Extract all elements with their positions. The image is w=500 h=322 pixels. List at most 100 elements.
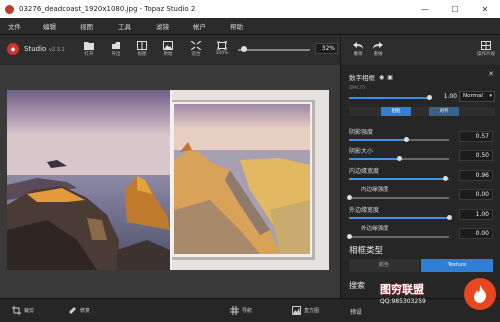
preset-label[interactable]: 预设: [350, 307, 362, 316]
param-slider-knob[interactable]: [396, 155, 402, 161]
param-slider-knob[interactable]: [446, 214, 452, 220]
repair-button[interactable]: 修复: [68, 306, 90, 315]
save-icon[interactable]: ▣: [387, 74, 393, 81]
search-label: 搜索: [349, 281, 365, 290]
minimize-button[interactable]: —: [410, 0, 440, 18]
redo-button[interactable]: 重做: [367, 41, 389, 63]
menu-bar: 文件 编辑 视图 工具 滤镜 帐户 帮助: [0, 18, 500, 35]
undo-icon: [353, 42, 363, 49]
window-controls: — ☐ ✕: [410, 0, 500, 18]
split-view-icon: [137, 41, 147, 50]
frame-texture-tab[interactable]: Texture: [421, 259, 493, 272]
photo-preview[interactable]: [7, 90, 329, 270]
param-label: 外边缘强度: [361, 226, 389, 232]
original-photo: [7, 90, 170, 270]
bandage-icon: [69, 307, 76, 314]
param-value[interactable]: 0.50: [459, 150, 493, 161]
param-label: 外边缘宽度: [349, 207, 380, 214]
export-button[interactable]: 导出: [105, 41, 127, 63]
menu-filters[interactable]: 滤镜: [156, 21, 169, 31]
adjustment-panel: 数字相框 ◉ ▣ ✕ OPACITY 1.00 Normal ▾ 相框 对齐 阴…: [340, 65, 500, 298]
menu-tools[interactable]: 工具: [118, 21, 131, 31]
param-value[interactable]: 0.00: [459, 228, 493, 239]
watermark-logo-icon: [464, 278, 496, 310]
param-slider[interactable]: [349, 155, 449, 161]
param-slider-knob[interactable]: [346, 233, 352, 239]
blend-mode-select[interactable]: Normal ▾: [459, 91, 495, 102]
menu-help[interactable]: 帮助: [230, 21, 243, 31]
title-bar: 03276_deadcoast_1920x1080.jpg - Topaz St…: [0, 0, 500, 18]
watermark-qq: QQ:985303259: [380, 298, 426, 305]
main-toolbar: ◆ Studio v2.3.2 打开 导出 视图 原始 适合 100% 32%: [0, 35, 340, 65]
histogram-button[interactable]: 直方图: [292, 306, 319, 315]
manage-looks-button[interactable]: 操作外观: [474, 41, 498, 63]
view-button[interactable]: 视图: [131, 41, 153, 63]
close-filter-icon[interactable]: ✕: [488, 70, 494, 78]
fit-button[interactable]: 适合: [185, 41, 207, 63]
histogram-icon: [292, 306, 301, 315]
app-version: v2.3.2: [49, 47, 65, 53]
filter-tabs: 相框 对齐: [349, 107, 495, 116]
maximize-button[interactable]: ☐: [440, 0, 470, 18]
app-name: Studio: [24, 45, 47, 53]
actual-size-icon: [217, 41, 227, 50]
param-label: 阴影大小: [349, 148, 374, 155]
grid-icon: [481, 41, 491, 50]
zoom-value[interactable]: 32%: [315, 43, 338, 54]
zoom-slider[interactable]: [238, 46, 310, 52]
crop-icon: [12, 306, 21, 315]
zoom-100-button[interactable]: 100%: [211, 41, 233, 63]
param-slider-knob[interactable]: [403, 136, 409, 142]
folder-icon: [84, 42, 94, 50]
opacity-slider-knob[interactable]: [426, 94, 432, 100]
param-value[interactable]: 0.00: [459, 189, 493, 200]
visibility-icon[interactable]: ◉: [379, 74, 384, 81]
open-button[interactable]: 打开: [78, 41, 100, 63]
param-slider[interactable]: [346, 194, 449, 200]
param-slider-knob[interactable]: [346, 194, 352, 200]
menu-file[interactable]: 文件: [8, 21, 21, 31]
opacity-label: OPACITY: [349, 85, 366, 90]
frame-color-tab[interactable]: 颜色: [349, 259, 419, 272]
param-label: 内边缘宽度: [349, 168, 380, 175]
fit-icon: [191, 41, 201, 50]
panel-toolbar: 撤销 重做 操作外观: [340, 35, 500, 65]
menu-view[interactable]: 视图: [80, 21, 93, 31]
image-icon: [163, 41, 173, 50]
menu-account[interactable]: 帐户: [193, 21, 206, 31]
original-button[interactable]: 原始: [157, 41, 179, 63]
navigator-button[interactable]: 导航: [230, 306, 252, 315]
crop-button[interactable]: 裁剪: [12, 306, 34, 315]
param-slider[interactable]: [349, 136, 449, 142]
window-title: 03276_deadcoast_1920x1080.jpg - Topaz St…: [19, 5, 196, 13]
chevron-down-icon: ▾: [489, 93, 492, 99]
param-slider[interactable]: [349, 175, 449, 181]
tab-align[interactable]: 对齐: [429, 107, 459, 116]
param-slider-knob[interactable]: [442, 175, 448, 181]
hash-grid-icon: [230, 306, 239, 315]
close-button[interactable]: ✕: [470, 0, 500, 18]
zoom-slider-knob[interactable]: [241, 46, 247, 52]
param-value[interactable]: 0.57: [459, 131, 493, 142]
compare-split-handle[interactable]: [170, 90, 172, 270]
param-value[interactable]: 1.00: [459, 209, 493, 220]
param-value[interactable]: 0.96: [459, 170, 493, 181]
app-icon: [5, 4, 14, 14]
param-label: 阴影强度: [349, 129, 374, 136]
undo-button[interactable]: 撤销: [347, 41, 369, 63]
param-label: 内边缘强度: [361, 187, 389, 193]
tab-frame[interactable]: 相框: [381, 107, 411, 116]
param-slider[interactable]: [346, 233, 449, 239]
topaz-logo-icon: ◆: [7, 43, 19, 55]
menu-edit[interactable]: 编辑: [43, 21, 56, 31]
edited-photo: [170, 90, 329, 270]
param-slider[interactable]: [349, 214, 452, 220]
bottom-toolbar: 裁剪 修复 导航 直方图: [0, 298, 340, 322]
watermark-title: 图穷联盟: [380, 283, 424, 296]
export-icon: [112, 42, 120, 49]
filter-header: 数字相框 ◉ ▣: [349, 72, 393, 83]
filter-title: 数字相框: [349, 74, 375, 82]
image-canvas[interactable]: [0, 65, 340, 298]
opacity-slider[interactable]: [349, 94, 432, 100]
opacity-value[interactable]: 1.00: [433, 91, 457, 102]
